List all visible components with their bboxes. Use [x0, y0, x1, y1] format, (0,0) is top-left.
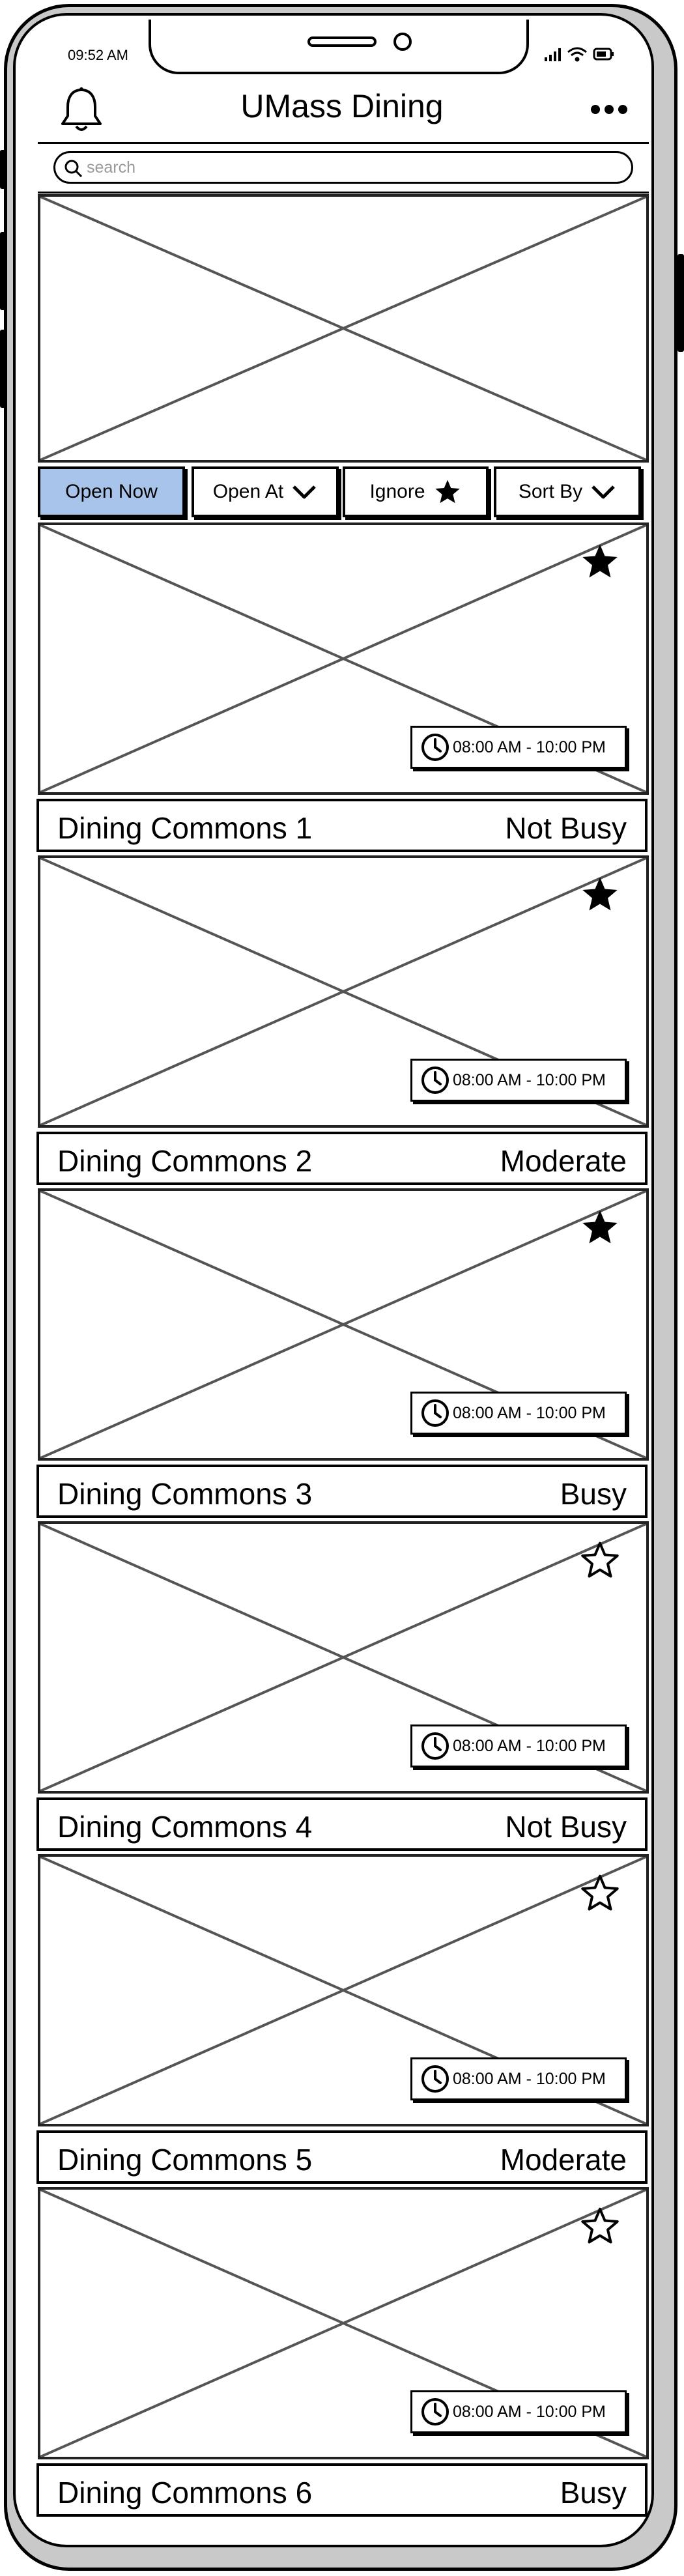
signal-icon — [545, 48, 561, 61]
dining-hall-label-bar[interactable]: Dining Commons 4 Not Busy — [36, 1797, 648, 1851]
hours-badge: 08:00 AM - 10:00 PM — [410, 2057, 627, 2100]
dining-hall-label-bar[interactable]: Dining Commons 5 Moderate — [36, 2130, 648, 2184]
open-at-dropdown[interactable]: Open At — [192, 466, 339, 517]
dining-hall-name: Dining Commons 1 — [57, 811, 313, 845]
clock-icon — [421, 1399, 449, 1427]
busyness-status: Busy — [560, 1477, 627, 1511]
power-button — [677, 254, 684, 352]
hours-badge: 08:00 AM - 10:00 PM — [410, 2390, 627, 2433]
busyness-status: Moderate — [500, 2143, 627, 2177]
search-icon — [64, 160, 83, 178]
busyness-status: Moderate — [500, 1144, 627, 1178]
open-now-label: Open Now — [65, 481, 158, 502]
page-title: UMass Dining — [240, 88, 444, 124]
search-divider — [38, 192, 649, 193]
clock-icon — [421, 734, 449, 761]
hours-badge: 08:00 AM - 10:00 PM — [410, 1724, 627, 1767]
busyness-status: Busy — [560, 2476, 627, 2510]
volume-down-button — [0, 330, 7, 408]
open-now-button[interactable]: Open Now — [38, 466, 185, 517]
search-bar[interactable]: search — [53, 151, 633, 184]
hours-text: 08:00 AM - 10:00 PM — [453, 2069, 606, 2088]
star-filled-icon[interactable] — [580, 875, 620, 914]
ignore-button[interactable]: Ignore — [343, 466, 489, 517]
sort-by-label: Sort By — [518, 481, 583, 502]
more-icon[interactable] — [589, 102, 629, 117]
volume-up-button — [0, 232, 7, 310]
hours-text: 08:00 AM - 10:00 PM — [453, 1736, 606, 1755]
phone-notch — [149, 20, 529, 74]
speaker — [307, 36, 377, 47]
busyness-status: Not Busy — [505, 811, 627, 845]
wifi-icon — [567, 47, 587, 62]
ignore-label: Ignore — [369, 481, 425, 502]
bell-icon[interactable] — [60, 86, 103, 134]
hours-text: 08:00 AM - 10:00 PM — [453, 1403, 606, 1422]
status-icons — [545, 47, 614, 62]
dining-hall-name: Dining Commons 2 — [57, 1144, 313, 1178]
dining-hall-label-bar[interactable]: Dining Commons 3 Busy — [36, 1465, 648, 1518]
dining-hall-label-bar[interactable]: Dining Commons 2 Moderate — [36, 1132, 648, 1185]
hero-banner-image — [38, 194, 649, 463]
star-outline-icon[interactable] — [580, 1541, 620, 1580]
sort-by-dropdown[interactable]: Sort By — [494, 466, 641, 517]
clock-icon — [421, 2065, 449, 2093]
chevron-down-icon — [292, 485, 316, 499]
star-filled-icon[interactable] — [580, 542, 620, 581]
star-filled-icon — [435, 479, 460, 504]
dining-hall-label-bar[interactable]: Dining Commons 6 Busy — [36, 2463, 648, 2517]
dining-hall-name: Dining Commons 3 — [57, 1477, 313, 1511]
side-button — [0, 150, 7, 189]
search-input[interactable]: search — [87, 158, 135, 177]
camera — [393, 33, 412, 51]
hours-text: 08:00 AM - 10:00 PM — [453, 2402, 606, 2421]
busyness-status: Not Busy — [505, 1810, 627, 1844]
clock-icon — [421, 2398, 449, 2426]
clock-icon — [421, 1732, 449, 1760]
battery-icon — [593, 48, 614, 61]
open-at-label: Open At — [212, 481, 284, 502]
hours-text: 08:00 AM - 10:00 PM — [453, 737, 606, 756]
dining-hall-name: Dining Commons 4 — [57, 1810, 313, 1844]
clock-icon — [421, 1066, 449, 1094]
hours-badge: 08:00 AM - 10:00 PM — [410, 1059, 627, 1102]
chevron-down-icon — [591, 485, 615, 499]
star-outline-icon[interactable] — [580, 1874, 620, 1913]
star-outline-icon[interactable] — [580, 2207, 620, 2246]
hours-text: 08:00 AM - 10:00 PM — [453, 1070, 606, 1089]
header-divider — [38, 142, 649, 144]
hours-badge: 08:00 AM - 10:00 PM — [410, 726, 627, 769]
star-filled-icon[interactable] — [580, 1208, 620, 1247]
dining-hall-label-bar[interactable]: Dining Commons 1 Not Busy — [36, 799, 648, 852]
dining-hall-name: Dining Commons 5 — [57, 2143, 313, 2177]
hours-badge: 08:00 AM - 10:00 PM — [410, 1392, 627, 1435]
dining-hall-name: Dining Commons 6 — [57, 2476, 313, 2510]
status-time: 09:52 AM — [68, 47, 128, 63]
